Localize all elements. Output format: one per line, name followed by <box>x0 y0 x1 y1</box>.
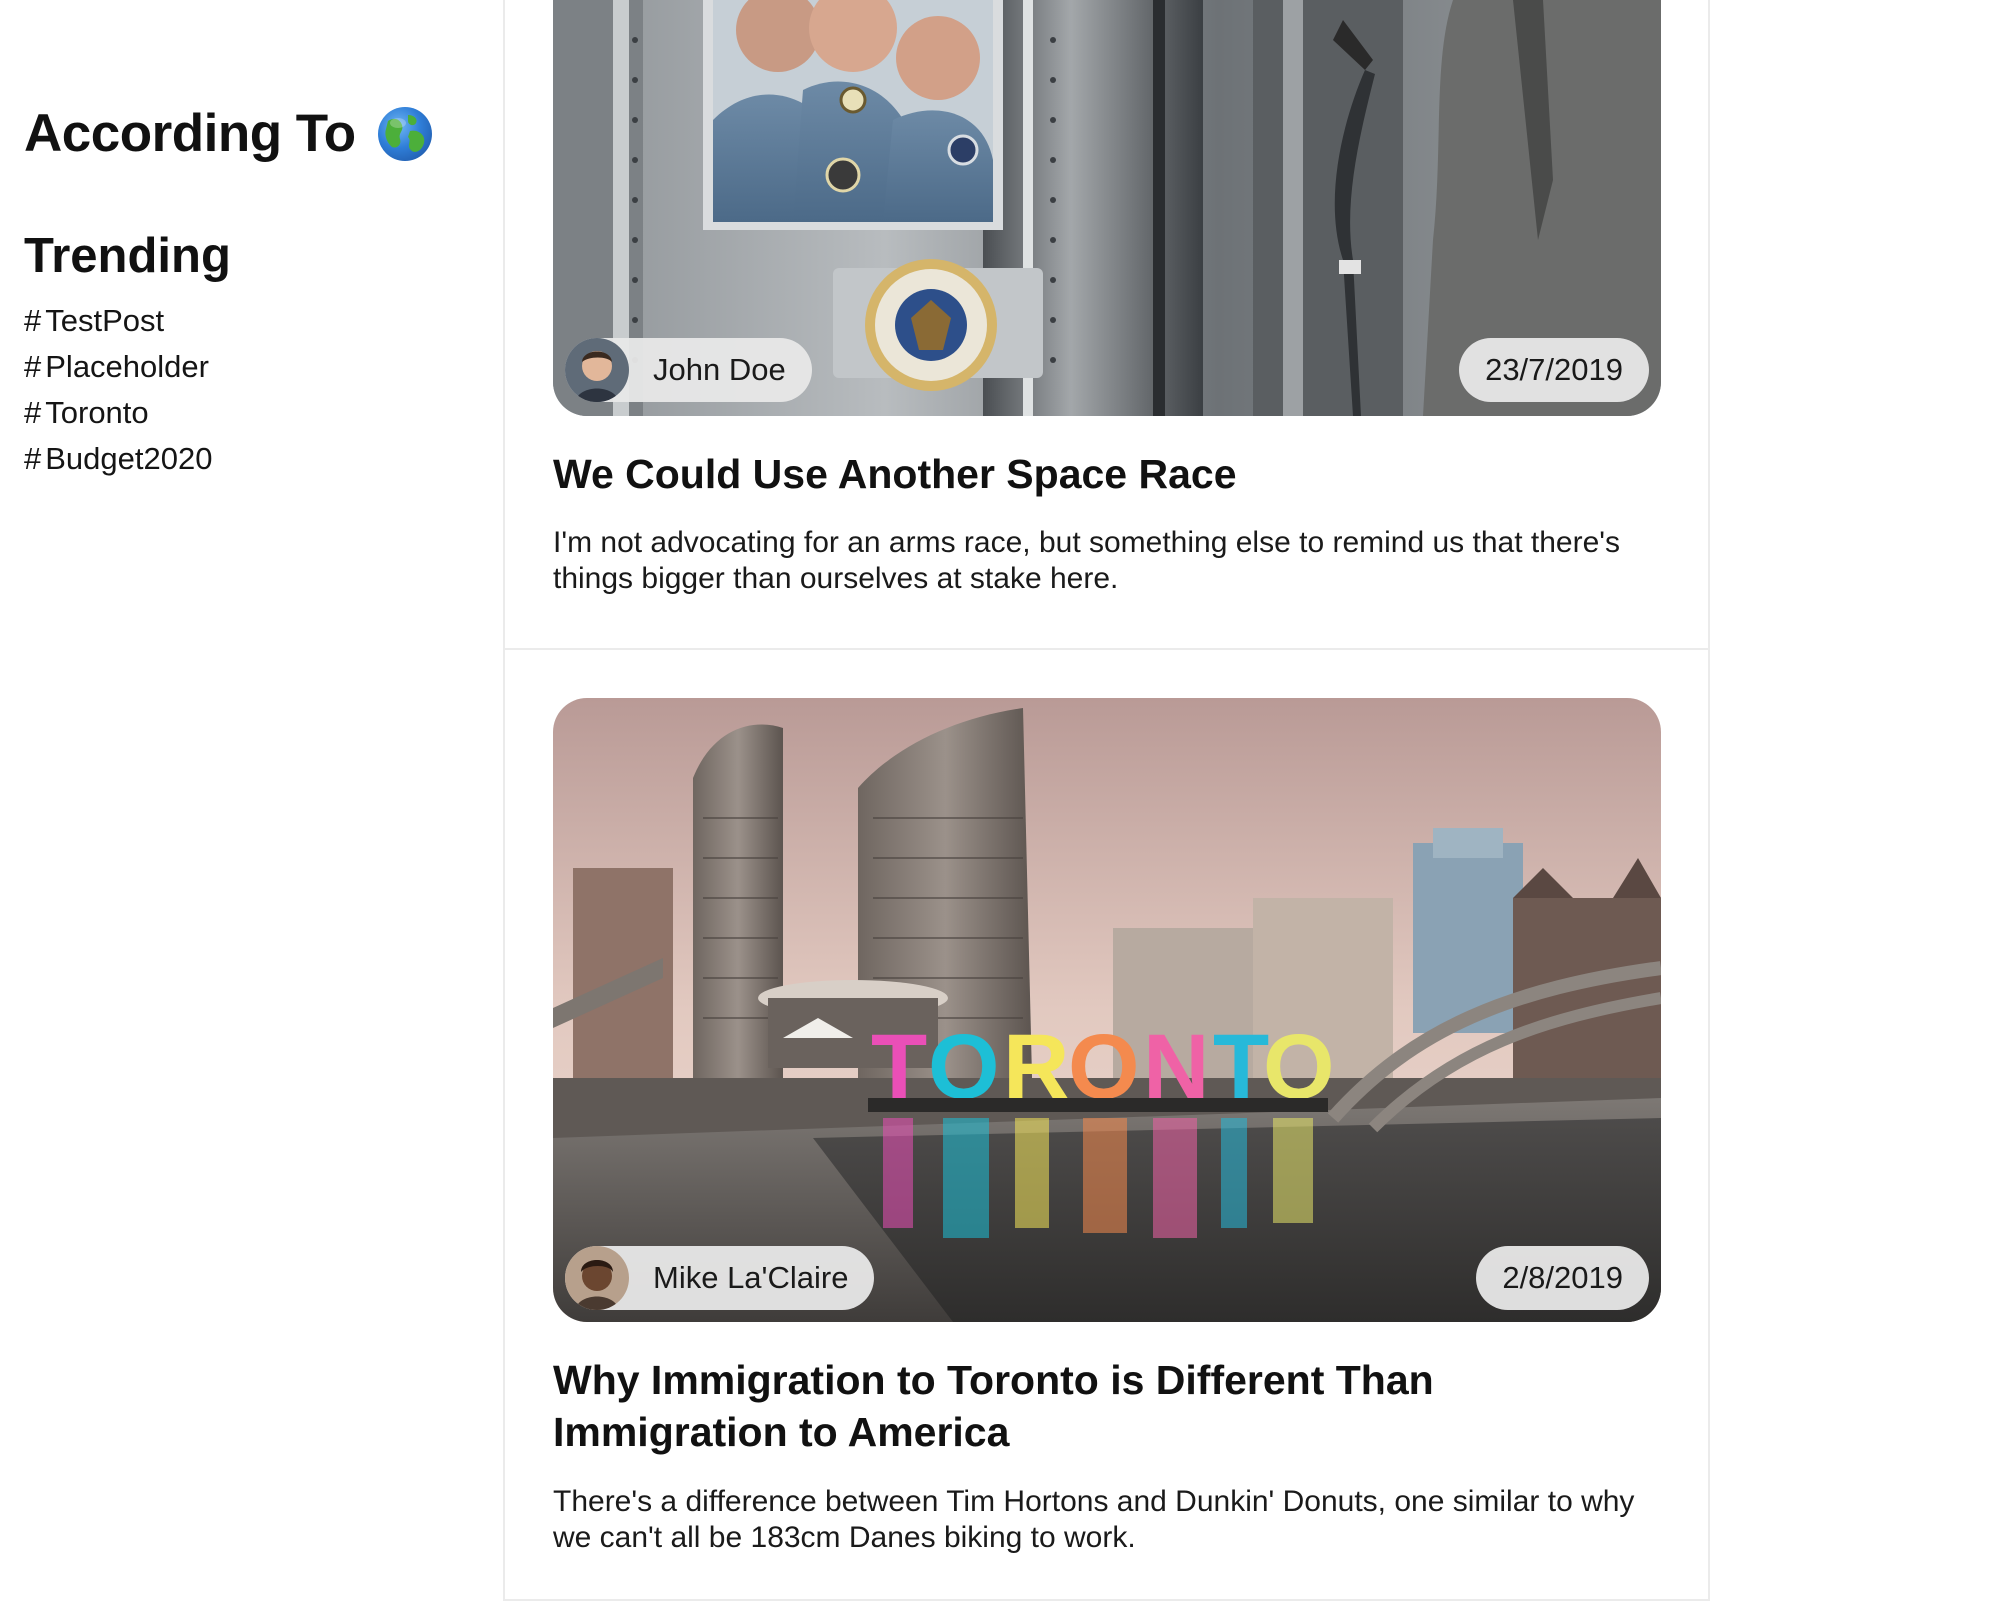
post-card[interactable]: T O R O N T O Mike La'Claire 2/8/2019 Wh… <box>505 650 1708 1601</box>
post-title[interactable]: We Could Use Another Space Race <box>553 448 1663 500</box>
post-hero-image[interactable]: John Doe 23/7/2019 <box>553 0 1661 416</box>
hashtag-symbol: # <box>24 349 42 384</box>
trending-tag-placeholder[interactable]: # Placeholder <box>24 344 464 390</box>
trending-tag-list: # TestPost # Placeholder # Toronto # Budget2… <box>24 298 464 482</box>
post-date-badge: 2/8/2019 <box>1476 1246 1649 1310</box>
trending-heading: Trending <box>24 229 231 283</box>
post-author-chip[interactable]: John Doe <box>565 338 812 402</box>
post-author-chip[interactable]: Mike La'Claire <box>565 1246 875 1310</box>
hashtag-symbol: # <box>24 395 42 430</box>
post-title[interactable]: Why Immigration to Toronto is Different … <box>553 1354 1663 1458</box>
post-excerpt: There's a difference between Tim Hortons… <box>553 1485 1635 1554</box>
author-avatar <box>565 1246 629 1310</box>
post-excerpt: I'm not advocating for an arms race, but… <box>553 526 1620 595</box>
tag-label: Placeholder <box>45 349 209 384</box>
tag-label: Budget2020 <box>45 441 213 476</box>
sidebar: According To Trending # TestPost # Placeho… <box>24 98 464 482</box>
author-avatar <box>565 338 629 402</box>
hashtag-symbol: # <box>24 441 42 476</box>
author-name: John Doe <box>653 352 786 387</box>
trending-tag-budget2020[interactable]: # Budget2020 <box>24 436 464 482</box>
post-date-badge: 23/7/2019 <box>1459 338 1649 402</box>
brand[interactable]: According To <box>24 98 464 170</box>
tag-label: Toronto <box>45 395 149 430</box>
post-feed: John Doe 23/7/2019 We Could Use Another … <box>503 0 1710 1601</box>
trending-tag-testpost[interactable]: # TestPost <box>24 298 464 344</box>
author-name: Mike La'Claire <box>653 1260 849 1295</box>
trending-tag-toronto[interactable]: # Toronto <box>24 390 464 436</box>
post-hero-image[interactable]: T O R O N T O Mike La'Claire 2/8/2019 <box>553 698 1661 1322</box>
tag-label: TestPost <box>45 303 165 338</box>
brand-title[interactable]: According To <box>24 98 356 170</box>
post-card[interactable]: John Doe 23/7/2019 We Could Use Another … <box>505 0 1708 650</box>
hashtag-symbol: # <box>24 303 42 338</box>
globe-icon <box>377 107 432 161</box>
